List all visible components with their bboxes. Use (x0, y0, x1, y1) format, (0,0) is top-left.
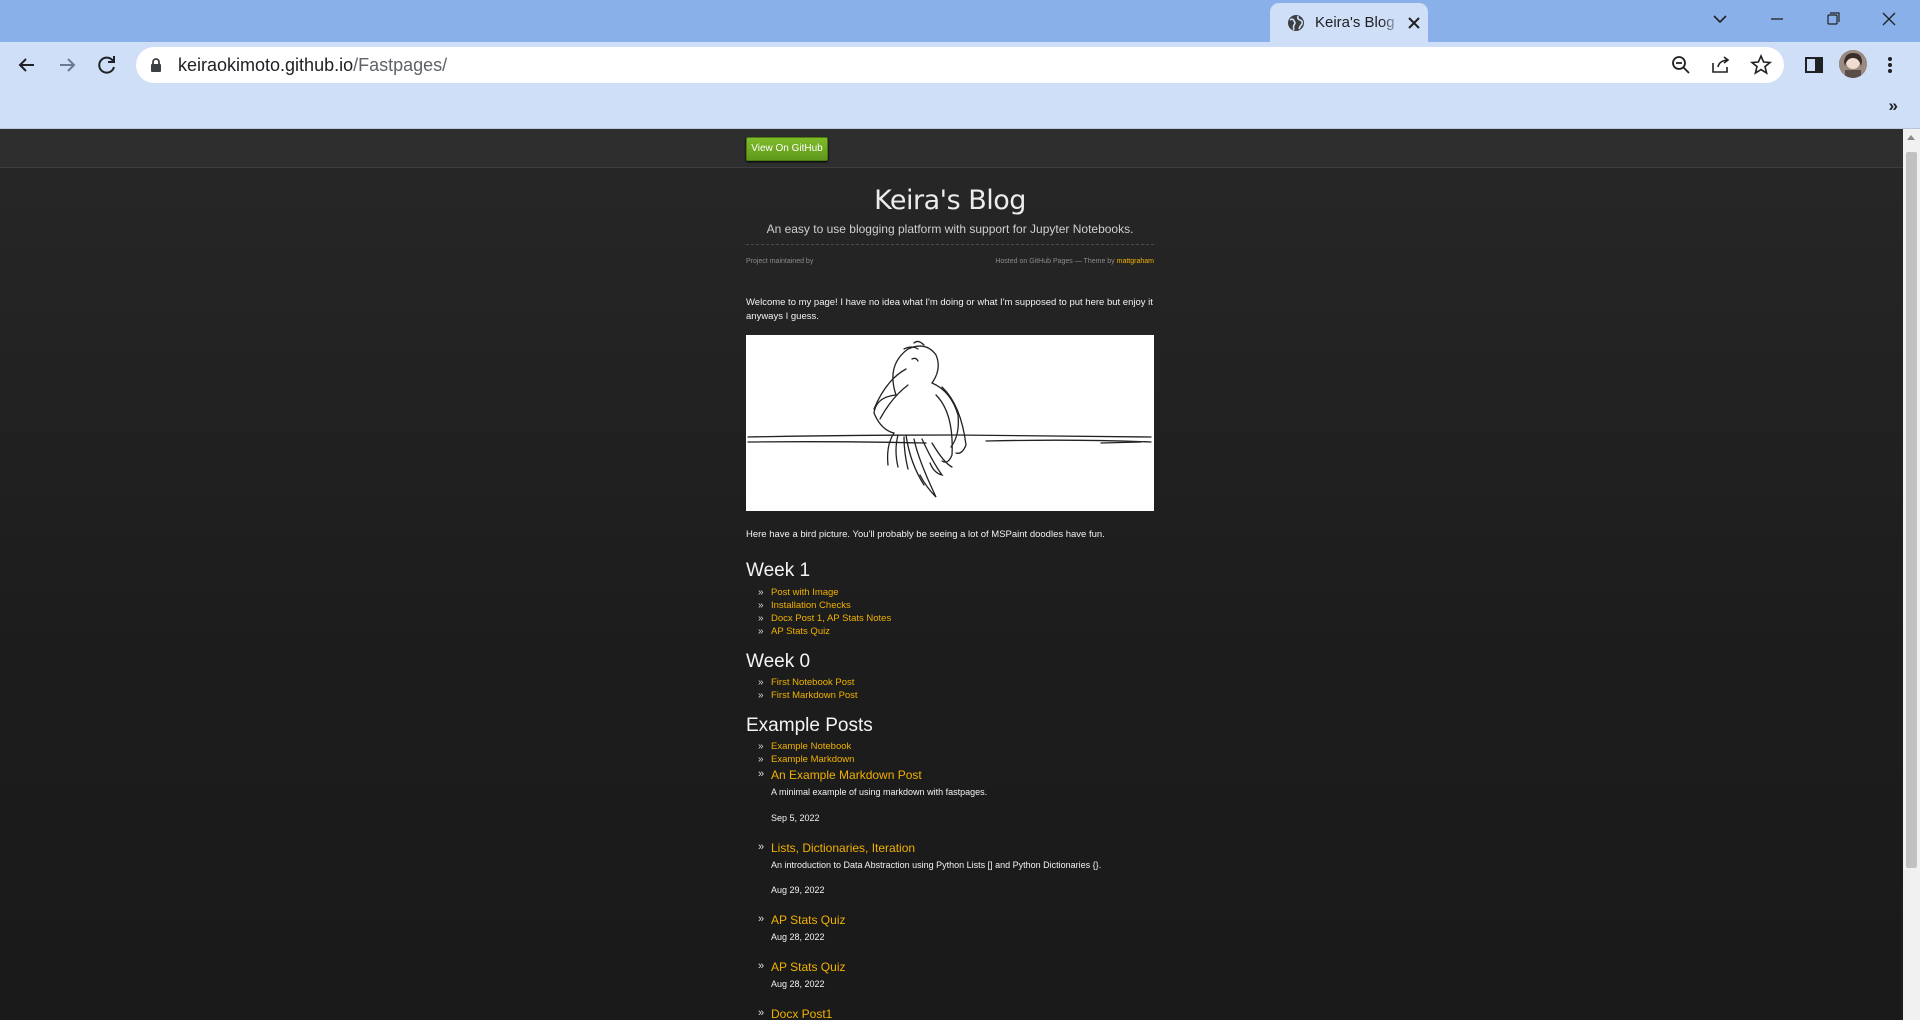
post-title-link[interactable]: AP Stats Quiz (771, 960, 845, 974)
site-tagline: An easy to use blogging platform with su… (766, 222, 1134, 236)
bookmarks-overflow-button[interactable]: » (1889, 96, 1898, 116)
bullet-glyph: » (758, 913, 765, 925)
link-docx-post-1[interactable]: Docx Post 1, AP Stats Notes (758, 612, 891, 625)
page-scrollbar[interactable] (1903, 129, 1920, 1020)
kebab-menu-icon[interactable] (1876, 50, 1904, 80)
tab-close-icon[interactable] (1404, 13, 1424, 33)
reload-icon[interactable] (92, 50, 122, 80)
tab-keiras-blog[interactable]: Keira's Blog (1270, 3, 1428, 42)
post-description: A minimal example of using markdown with… (771, 787, 988, 797)
bullet-glyph: » (758, 960, 765, 972)
section-heading-week-1: Week 1 (746, 560, 811, 581)
intro-text: Welcome to my page! I have no idea what … (746, 297, 1153, 322)
lock-icon[interactable] (148, 57, 164, 73)
forward-icon[interactable] (52, 50, 82, 80)
link-example-notebook[interactable]: Example Notebook (758, 740, 854, 753)
link-first-markdown-post[interactable]: First Markdown Post (758, 689, 858, 702)
side-panel-icon[interactable] (1800, 50, 1828, 80)
post-description: An introduction to Data Abstraction usin… (771, 860, 1102, 870)
post-date: Aug 29, 2022 (771, 885, 825, 895)
globe-icon (1288, 15, 1304, 31)
scroll-up-arrow-icon[interactable] (1907, 135, 1915, 140)
post-date: Aug 28, 2022 (771, 979, 825, 989)
bullet-glyph: » (758, 1007, 765, 1019)
section-heading-example-posts: Example Posts (746, 715, 873, 736)
post-title-link[interactable]: Docx Post1 (771, 1007, 832, 1020)
hosted-on: Hosted on GitHub Pages — Theme by mattgr… (995, 258, 1154, 265)
post-title-link[interactable]: AP Stats Quiz (771, 913, 845, 927)
link-example-markdown[interactable]: Example Markdown (758, 753, 854, 766)
site-title[interactable]: Keira's Blog (746, 185, 1154, 216)
share-icon[interactable] (1709, 53, 1733, 77)
tab-strip: Keira's Blog (0, 0, 1920, 42)
image-caption: Here have a bird picture. You'll probabl… (746, 529, 1105, 540)
page-viewport: View On GitHub Keira's Blog An easy to u… (0, 129, 1903, 1020)
back-icon[interactable] (12, 50, 42, 80)
link-installation-checks[interactable]: Installation Checks (758, 599, 891, 612)
bullet-glyph: » (758, 841, 765, 853)
star-icon[interactable] (1749, 53, 1773, 77)
browser-toolbar: keiraokimoto.github.io/Fastpages/ (0, 42, 1920, 88)
post-title-link[interactable]: An Example Markdown Post (771, 768, 922, 782)
post-date: Sep 5, 2022 (771, 813, 820, 823)
post-date: Aug 28, 2022 (771, 932, 825, 942)
week-1-links: Post with Image Installation Checks Docx… (758, 586, 891, 638)
address-bar[interactable]: keiraokimoto.github.io/Fastpages/ (136, 47, 1784, 83)
url-text[interactable]: keiraokimoto.github.io/Fastpages/ (178, 55, 447, 76)
page-topbar: View On GitHub (0, 129, 1903, 168)
window-close-icon[interactable] (1876, 8, 1902, 30)
zoom-out-icon[interactable] (1669, 53, 1693, 77)
view-on-github-button[interactable]: View On GitHub (746, 137, 828, 161)
theme-author-link[interactable]: mattgraham (1117, 258, 1154, 265)
link-ap-stats-quiz[interactable]: AP Stats Quiz (758, 625, 891, 638)
link-first-notebook-post[interactable]: First Notebook Post (758, 676, 858, 689)
bird-doodle-icon (747, 340, 1152, 498)
restore-icon[interactable] (1820, 8, 1846, 30)
post-title-link[interactable]: Lists, Dictionaries, Iteration (771, 841, 915, 855)
bookmarks-bar: » (0, 88, 1920, 129)
example-posts-links: Example Notebook Example Markdown (758, 740, 854, 766)
minimize-icon[interactable] (1764, 8, 1790, 30)
tab-title: Keira's Blog (1315, 14, 1395, 31)
section-heading-week-0: Week 0 (746, 651, 811, 672)
tab-search-icon[interactable] (1707, 8, 1733, 30)
bird-drawing-image (746, 335, 1154, 511)
profile-avatar[interactable] (1839, 50, 1867, 78)
bullet-glyph: » (758, 768, 765, 780)
scrollbar-thumb[interactable] (1906, 152, 1917, 868)
header-divider (746, 244, 1154, 245)
maintained-by: Project maintained by (746, 258, 814, 265)
week-0-links: First Notebook Post First Markdown Post (758, 676, 858, 702)
link-post-with-image[interactable]: Post with Image (758, 586, 891, 599)
profile-picture-icon (1839, 50, 1867, 78)
